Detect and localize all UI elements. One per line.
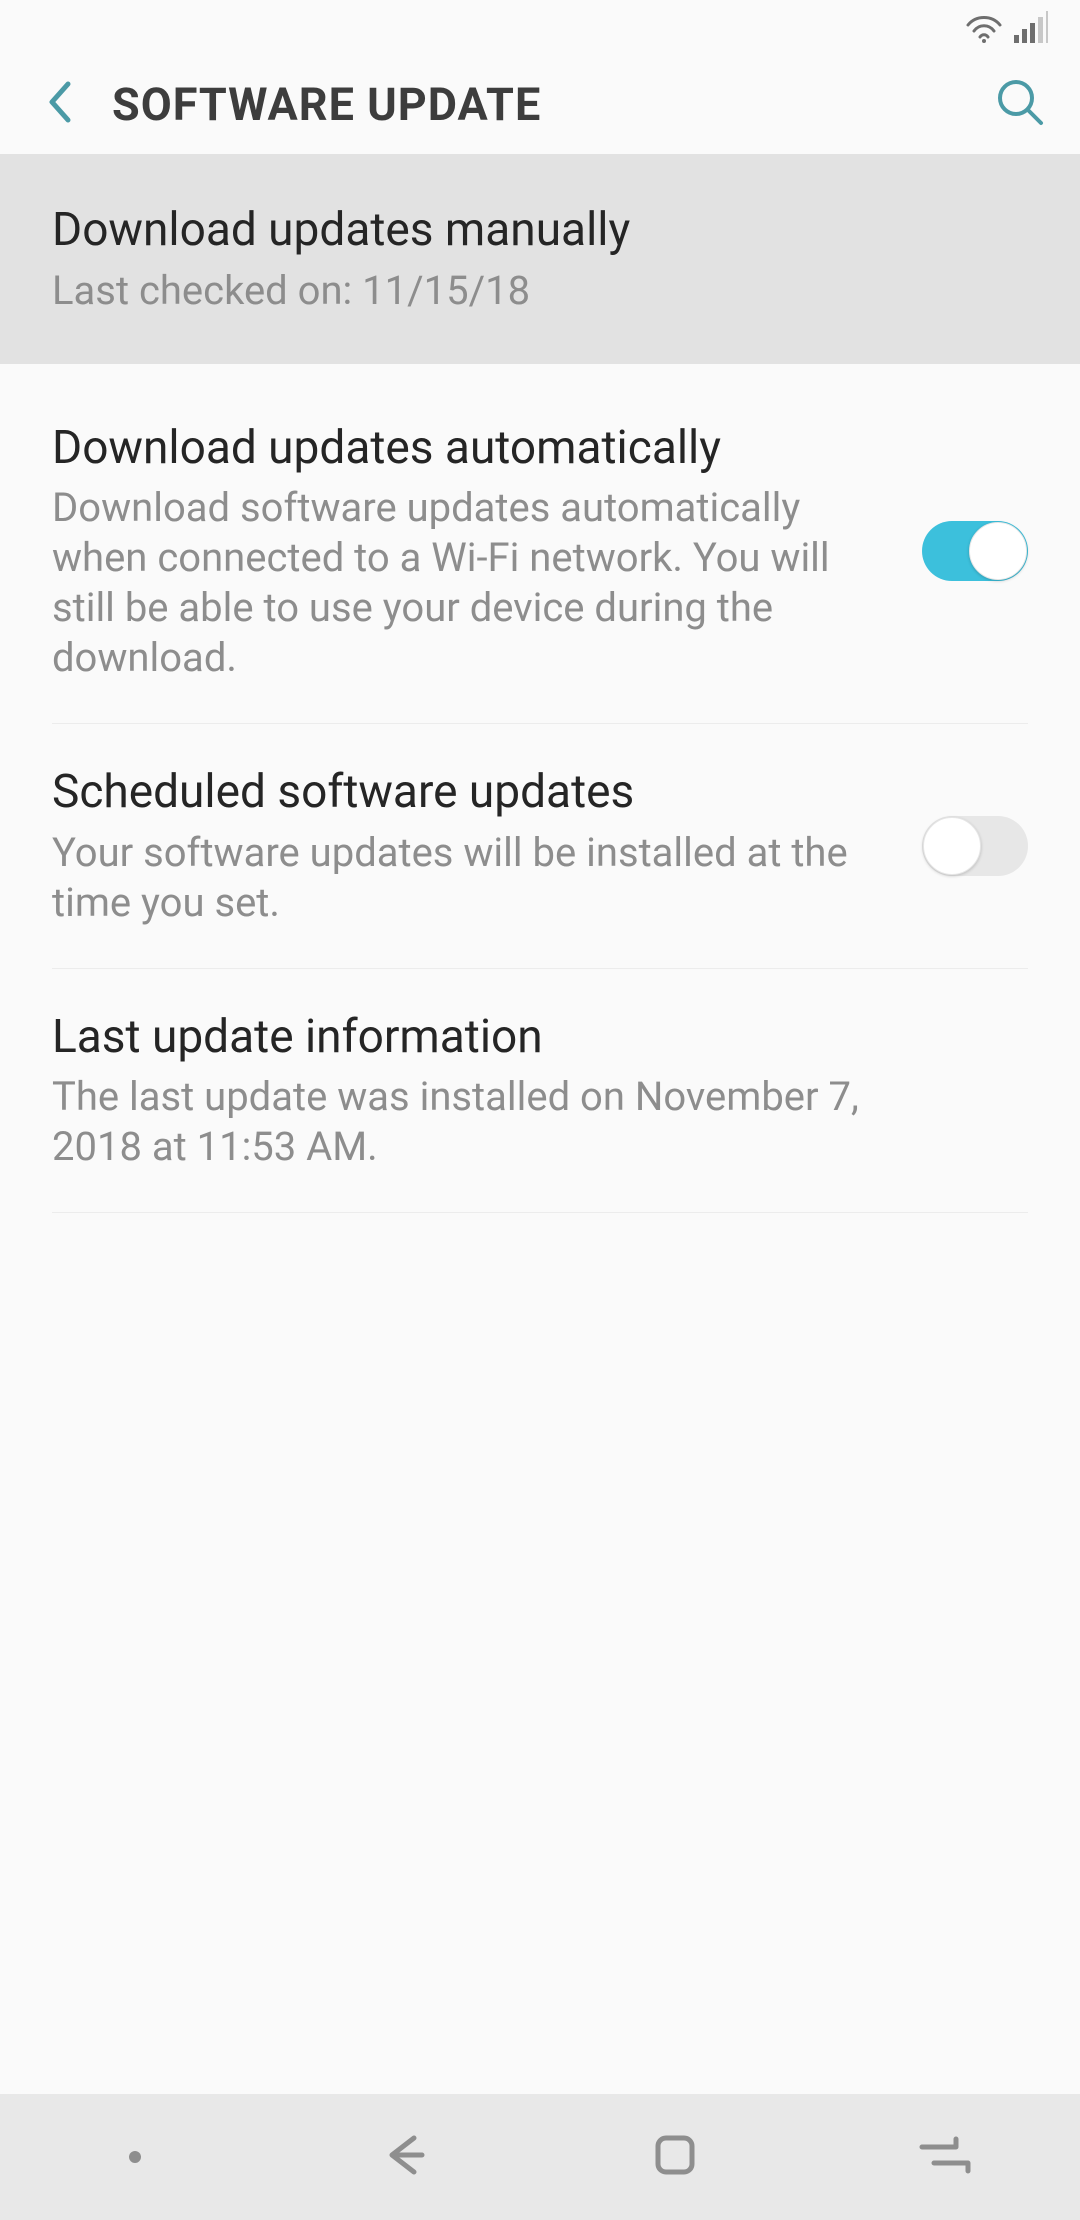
- scheduled-updates-item[interactable]: Scheduled software updates Your software…: [0, 724, 1080, 968]
- nav-home-button[interactable]: [615, 2117, 735, 2197]
- chevron-left-icon: [46, 80, 74, 128]
- download-manually-item[interactable]: Download updates manually Last checked o…: [0, 154, 1080, 364]
- settings-list: Download updates manually Last checked o…: [0, 154, 1080, 2220]
- search-button[interactable]: [984, 68, 1056, 140]
- item-title: Download updates manually: [52, 202, 1028, 260]
- nav-back-button[interactable]: [345, 2117, 465, 2197]
- app-bar: SOFTWARE UPDATE: [0, 54, 1080, 154]
- item-title: Last update information: [52, 1009, 1028, 1067]
- last-update-info-item[interactable]: Last update information The last update …: [0, 969, 1080, 1213]
- nav-indicator: [75, 2117, 195, 2197]
- nav-home-icon: [650, 2130, 700, 2184]
- item-subtitle: The last update was installed on Novembe…: [52, 1072, 952, 1172]
- status-bar: [0, 0, 1080, 54]
- wifi-icon: [964, 11, 1004, 43]
- item-title: Scheduled software updates: [52, 764, 894, 822]
- scheduled-updates-toggle[interactable]: [922, 816, 1028, 876]
- download-automatically-toggle[interactable]: [922, 521, 1028, 581]
- item-title: Download updates automatically: [52, 420, 894, 478]
- nav-recents-button[interactable]: [885, 2117, 1005, 2197]
- signal-icon: [1014, 11, 1048, 43]
- nav-recents-icon: [916, 2135, 974, 2179]
- navigation-bar: [0, 2094, 1080, 2220]
- item-subtitle: Your software updates will be installed …: [52, 828, 872, 928]
- page-title: SOFTWARE UPDATE: [112, 78, 541, 131]
- item-subtitle: Download software updates automatically …: [52, 483, 872, 683]
- search-icon: [995, 77, 1045, 131]
- download-automatically-item[interactable]: Download updates automatically Download …: [0, 364, 1080, 724]
- back-button[interactable]: [24, 68, 96, 140]
- nav-back-icon: [378, 2128, 432, 2186]
- item-subtitle: Last checked on: 11/15/18: [52, 266, 872, 316]
- divider: [52, 1212, 1028, 1213]
